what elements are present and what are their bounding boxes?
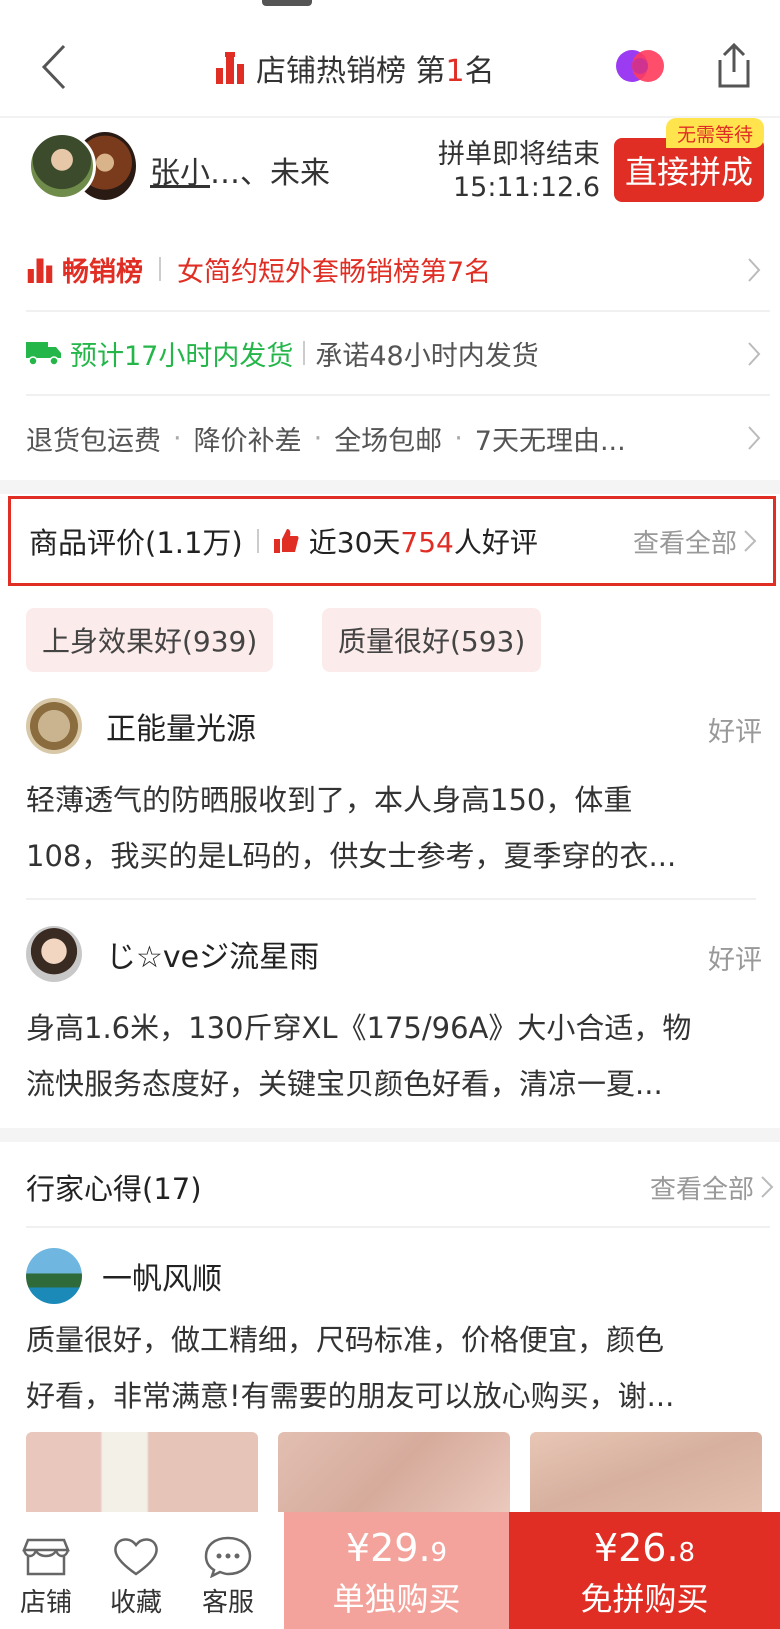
- bestseller-row[interactable]: 畅销榜 女简约短外套畅销榜第7名: [26, 228, 770, 312]
- single-price: ¥29.9: [345, 1526, 448, 1570]
- service-item: 退货包运费: [26, 425, 161, 457]
- expert-photos: [26, 1432, 766, 1512]
- review-rating: 好评: [708, 717, 762, 748]
- chevron-right-icon: [748, 342, 761, 366]
- single-buy-label: 单独购买: [332, 1580, 461, 1618]
- favorite-label[interactable]: 收藏: [96, 1582, 176, 1619]
- product-detail-page: { "header": { "title_prefix": "店铺热销榜 第",…: [0, 0, 780, 1629]
- store-label[interactable]: 店铺: [6, 1582, 86, 1619]
- shipping-estimate: 预计17小时内发货: [70, 340, 294, 372]
- review-text[interactable]: 身高1.6米，130斤穿XL《175/96A》大小合适，物 流快服务态度好，关键…: [26, 1000, 756, 1112]
- ranking-title[interactable]: 店铺热销榜 第1名: [214, 48, 495, 89]
- review-title: 商品评价(1.1万): [29, 526, 243, 560]
- review-username: じ☆veジ流星雨: [106, 940, 320, 975]
- divider: [159, 257, 161, 281]
- avatar: [26, 1248, 82, 1304]
- buy-single-button[interactable]: ¥29.9 单独购买: [284, 1512, 509, 1629]
- shipping-promise: 承诺48小时内发货: [315, 340, 539, 372]
- expert-user: 一帆风顺: [26, 1248, 222, 1304]
- back-arrow-icon[interactable]: [34, 40, 74, 94]
- section-gap: [0, 1128, 780, 1142]
- chat-icon[interactable]: [198, 1534, 258, 1578]
- expert-title: 行家心得(17): [26, 1172, 202, 1206]
- service-item: 降价补差: [193, 425, 302, 457]
- see-all-reviews-link[interactable]: 查看全部: [633, 523, 757, 560]
- service-item: 7天无理由...: [474, 425, 626, 457]
- truck-icon: [26, 342, 61, 366]
- chevron-right-icon: [748, 426, 761, 450]
- avatar: [28, 132, 96, 200]
- review-photo[interactable]: [530, 1432, 762, 1512]
- thumbs-up-icon: [273, 529, 299, 553]
- review-tag[interactable]: 上身效果好(939): [26, 608, 274, 672]
- group-members: 张小…、未来: [150, 156, 330, 191]
- title-text: 店铺热销榜 第1名: [256, 54, 495, 89]
- service-item: 全场包邮: [334, 425, 443, 457]
- bestseller-text: 女简约短外套畅销榜第7名: [177, 256, 492, 288]
- brand-logo-icon[interactable]: [612, 46, 668, 86]
- heart-icon[interactable]: [106, 1534, 166, 1578]
- top-nav-bar: 店铺热销榜 第1名: [0, 0, 780, 116]
- no-wait-badge: 无需等待: [666, 118, 764, 148]
- ranking-bars-icon: [27, 258, 53, 283]
- expert-header[interactable]: 行家心得(17) 查看全部: [26, 1148, 774, 1228]
- group-price: ¥26.8: [593, 1526, 696, 1570]
- services-row[interactable]: 退货包运费 · 降价补差 · 全场包邮 · 7天无理由...: [26, 396, 770, 480]
- review-user: 正能量光源: [26, 698, 256, 754]
- ranking-bars-icon: [216, 52, 244, 84]
- avatar: [26, 698, 82, 754]
- group-buy-label: 免拼购买: [580, 1580, 709, 1618]
- group-ending-text: 拼单即将结束: [438, 139, 600, 170]
- review-user: じ☆veジ流星雨: [26, 926, 319, 982]
- expert-username: 一帆风顺: [102, 1262, 222, 1297]
- chevron-right-icon: [761, 1176, 774, 1198]
- see-all-expert-link[interactable]: 查看全部: [650, 1169, 774, 1206]
- divider: [256, 529, 259, 553]
- review-username: 正能量光源: [106, 712, 256, 747]
- review-photo[interactable]: [278, 1432, 510, 1512]
- review-tag[interactable]: 质量很好(593): [322, 608, 542, 672]
- countdown-timer: 15:11:12.6: [452, 172, 600, 203]
- review-photo[interactable]: [26, 1432, 258, 1512]
- buy-group-button[interactable]: ¥26.8 免拼购买: [509, 1512, 780, 1629]
- store-icon[interactable]: [16, 1534, 76, 1578]
- review-rating: 好评: [708, 945, 762, 976]
- avatar: [26, 926, 82, 982]
- share-icon[interactable]: [714, 42, 754, 90]
- recent-reviews: 近30天754人好评: [308, 526, 538, 559]
- divider: [303, 341, 306, 365]
- chevron-right-icon: [744, 530, 757, 552]
- section-gap: [0, 480, 780, 494]
- review-header[interactable]: 商品评价(1.1万) 近30天754人好评 查看全部: [8, 496, 776, 586]
- service-label[interactable]: 客服: [188, 1582, 268, 1619]
- chevron-right-icon: [748, 258, 761, 282]
- bestseller-label: 畅销榜: [62, 256, 143, 288]
- shipping-row[interactable]: 预计17小时内发货 承诺48小时内发货: [26, 312, 770, 396]
- review-text[interactable]: 轻薄透气的防晒服收到了，本人身高150，体重 108，我买的是L码的，供女士参考…: [26, 772, 756, 884]
- divider: [26, 898, 756, 900]
- expert-text[interactable]: 质量很好，做工精细，尺码标准，价格便宜，颜色 好看，非常满意!有需要的朋友可以放…: [26, 1312, 756, 1424]
